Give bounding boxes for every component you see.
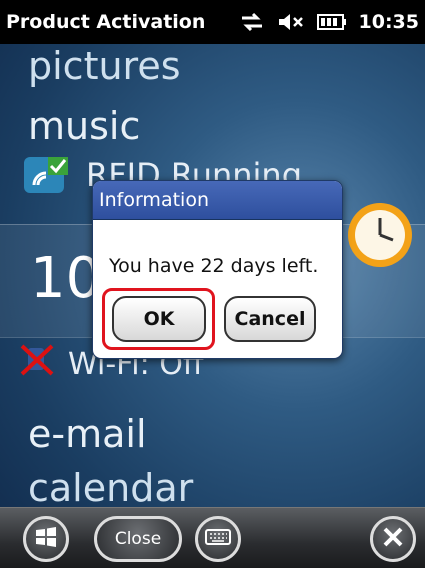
bg-calendar: calendar [28, 466, 194, 510]
app-title: Product Activation [6, 11, 206, 33]
cancel-button[interactable]: Cancel [224, 296, 316, 342]
taskbar: Close [0, 507, 425, 568]
wifi-off-icon [18, 342, 58, 386]
connectivity-icon [239, 10, 265, 34]
close-icon [382, 526, 404, 552]
clock-time: 10:35 [358, 11, 419, 33]
status-icons: 10:35 [239, 0, 419, 44]
battery-icon [316, 12, 347, 32]
bg-music: music [28, 104, 141, 148]
bg-pictures: pictures [28, 44, 181, 88]
dismiss-button[interactable] [370, 516, 416, 562]
start-button[interactable] [23, 516, 69, 562]
ok-button[interactable]: OK [112, 296, 206, 342]
keyboard-icon [205, 529, 231, 549]
close-button[interactable]: Close [94, 516, 182, 562]
bg-email: e-mail [28, 412, 147, 456]
clock-icon [345, 200, 415, 270]
dialog-title: Information [93, 181, 342, 220]
bg-time: 10 [30, 246, 102, 311]
windows-logo-icon [34, 525, 58, 553]
dialog-message: You have 22 days left. [109, 255, 319, 277]
status-bar: Product Activation 10:35 [0, 0, 425, 44]
rfid-icon [22, 155, 72, 195]
information-dialog: Information You have 22 days left. OK Ca… [92, 180, 343, 359]
keyboard-button[interactable] [195, 516, 241, 562]
volume-icon [277, 10, 305, 34]
